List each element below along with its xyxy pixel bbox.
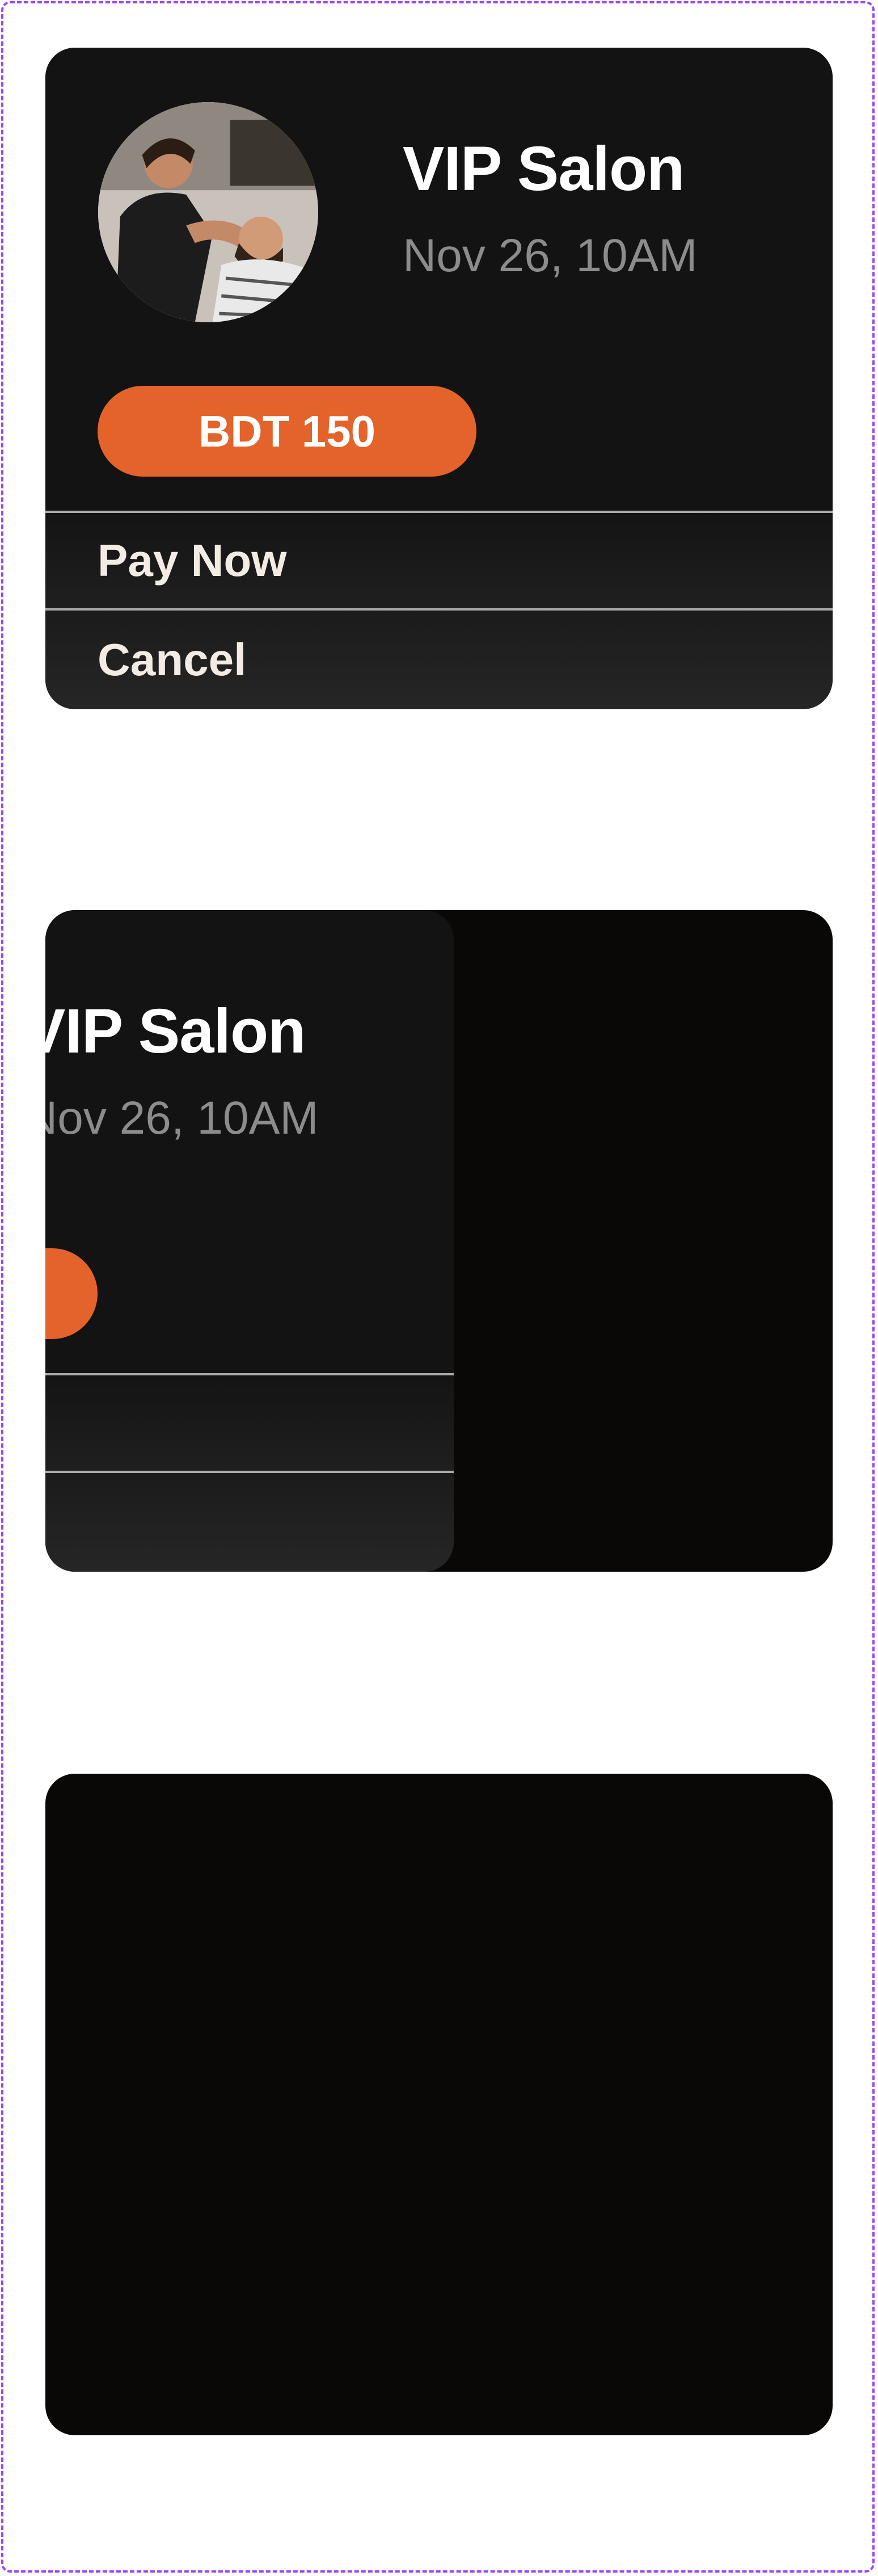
salon-avatar — [98, 102, 318, 322]
booking-card-dismissing: VIP Salon Nov 26, 10AM — [45, 910, 833, 1572]
venue-title: VIP Salon — [403, 134, 685, 204]
booking-date: Nov 26, 10AM — [45, 1092, 319, 1144]
pay-now-label: Pay Now — [98, 535, 287, 586]
booking-card-default: VIP Salon Nov 26, 10AM BDT 150 Pay Now C… — [45, 48, 833, 709]
booking-card: VIP Salon Nov 26, 10AM BDT 150 Pay Now C… — [45, 48, 833, 709]
venue-title: VIP Salon — [45, 996, 306, 1066]
cancel-row-partial — [45, 1471, 454, 1572]
booking-date: Nov 26, 10AM — [403, 230, 698, 281]
cancel-label: Cancel — [98, 634, 247, 685]
pay-now-button[interactable]: Pay Now — [45, 511, 833, 608]
price-button-partial — [45, 1248, 98, 1339]
price-button[interactable]: BDT 150 — [98, 386, 476, 477]
pay-now-row-partial — [45, 1373, 454, 1471]
barber-photo-icon — [98, 102, 318, 322]
booking-card-dismissed — [45, 1774, 833, 2435]
cancel-button[interactable]: Cancel — [45, 608, 833, 709]
booking-card-sliding: VIP Salon Nov 26, 10AM — [45, 910, 454, 1572]
